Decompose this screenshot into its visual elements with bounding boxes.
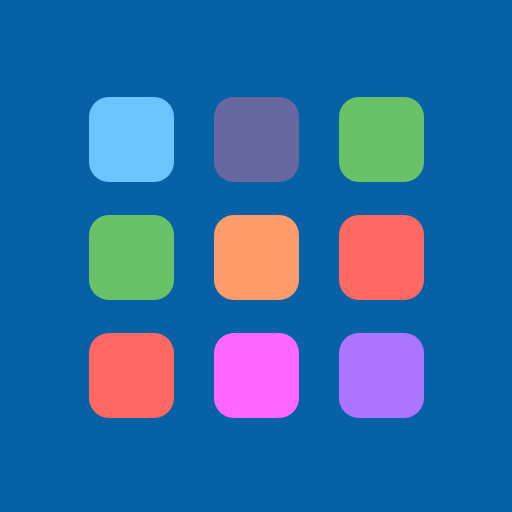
tile-r3-c3[interactable]: [339, 333, 424, 418]
tile-r1-c3[interactable]: [339, 97, 424, 182]
tile-grid: [89, 97, 425, 419]
tile-r1-c2[interactable]: [214, 97, 299, 182]
tile-r3-c2[interactable]: [214, 333, 299, 418]
tile-r2-c1[interactable]: [89, 215, 174, 300]
tile-r2-c2[interactable]: [214, 215, 299, 300]
app-grid-canvas: [0, 0, 512, 512]
tile-r3-c1[interactable]: [89, 333, 174, 418]
tile-r2-c3[interactable]: [339, 215, 424, 300]
tile-r1-c1[interactable]: [89, 97, 174, 182]
